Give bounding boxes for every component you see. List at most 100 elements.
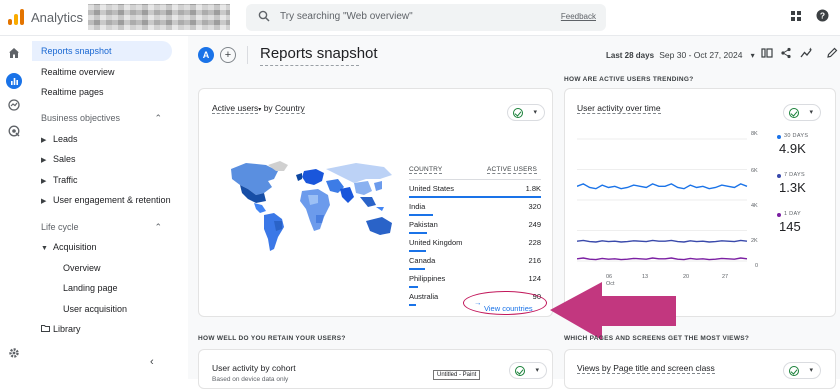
card-title[interactable]: Active users▾ by Country: [212, 103, 305, 114]
share-bar: [409, 214, 433, 216]
column-header-active-users[interactable]: ACTIVE USERS: [487, 166, 538, 174]
table-row[interactable]: United States 1.8K: [409, 184, 541, 202]
view-countries-label: View countries: [484, 304, 533, 313]
nav-section-life-cycle[interactable]: Life cycle ⌃: [32, 217, 172, 237]
date-range-label: Last 28 days: [606, 51, 655, 60]
pages-card: Views by Page title and screen class ▾: [564, 349, 836, 389]
legend-dot-30-days: [777, 135, 781, 139]
customize-report-icon[interactable]: [761, 47, 773, 62]
nav-label: Library: [53, 324, 81, 334]
folder-icon: [41, 321, 53, 341]
share-bar: [409, 250, 426, 252]
section-label: Business objectives: [41, 113, 121, 123]
metric-selector[interactable]: Active users: [212, 103, 259, 114]
section-label-retain: HOW WELL DO YOU RETAIN YOUR USERS?: [198, 335, 346, 342]
chevron-up-icon: ⌃: [154, 222, 162, 232]
table-row[interactable]: India 320: [409, 202, 541, 220]
country-name: India: [409, 202, 426, 211]
dimension-selector[interactable]: Country: [275, 103, 305, 114]
card-title[interactable]: User activity over time: [577, 103, 661, 114]
cohort-title[interactable]: User activity by cohort: [212, 363, 296, 373]
nav-traffic[interactable]: ▶ Traffic: [32, 170, 172, 190]
home-icon[interactable]: [6, 47, 22, 63]
series-line-30-days[interactable]: [577, 183, 748, 190]
nav-label: Reports snapshot: [41, 46, 112, 56]
insights-icon[interactable]: [800, 47, 813, 62]
x-tick-label: 20: [683, 274, 690, 280]
country-name: United Kingdom: [409, 238, 463, 247]
share-icon[interactable]: [780, 47, 792, 62]
collapse-arrow-icon: ▼: [41, 245, 48, 252]
nav-leads[interactable]: ▶ Leads: [32, 129, 172, 149]
help-icon[interactable]: ?: [816, 9, 829, 25]
section-label-pages: WHICH PAGES AND SCREENS GET THE MOST VIE…: [564, 335, 750, 342]
expand-arrow-icon: ▶: [41, 198, 47, 205]
y-tick-label: 8K: [751, 131, 758, 137]
reports-icon[interactable]: [6, 73, 22, 89]
advertising-icon[interactable]: [6, 125, 22, 141]
country-name: Canada: [409, 256, 436, 265]
legend-label: 7 DAYS: [784, 172, 805, 178]
dropdown-arrow-icon: ▾: [535, 367, 539, 374]
quality-status-pill[interactable]: ▾: [509, 362, 547, 379]
avatar[interactable]: A: [198, 47, 214, 63]
nav-label: Acquisition: [53, 242, 97, 252]
feedback-link[interactable]: Feedback: [561, 12, 596, 21]
edit-pencil-icon[interactable]: [826, 47, 838, 62]
country-name: Philippines: [409, 274, 446, 283]
nav-section-business-objectives[interactable]: Business objectives ⌃: [32, 108, 172, 128]
check-circle-icon: [513, 108, 523, 118]
nav-landing-page[interactable]: Landing page: [32, 278, 172, 298]
table-row[interactable]: United Kingdom 228: [409, 238, 541, 256]
country-name: Australia: [409, 292, 439, 301]
nav-overview[interactable]: Overview: [32, 258, 172, 278]
account-selector[interactable]: [88, 4, 230, 30]
share-bar: [409, 268, 425, 270]
y-tick-label: 6K: [751, 168, 758, 174]
card-title[interactable]: Views by Page title and screen class: [577, 363, 715, 374]
world-map[interactable]: [226, 159, 396, 257]
collapse-nav-chevron-icon[interactable]: ‹: [150, 356, 154, 368]
series-line-1-day[interactable]: [577, 257, 748, 261]
nav-user-engagement[interactable]: ▶ User engagement & retention: [32, 190, 172, 210]
title-underline: [260, 65, 359, 66]
nav-reports-snapshot[interactable]: Reports snapshot: [32, 41, 172, 61]
nav-realtime-overview[interactable]: Realtime overview: [32, 62, 172, 82]
check-circle-icon: [789, 108, 799, 118]
date-range-value: Sep 30 - Oct 27, 2024: [659, 50, 743, 60]
table-row[interactable]: Canada 216: [409, 256, 541, 274]
series-line-7-days[interactable]: [577, 239, 748, 243]
quality-status-pill[interactable]: ▾: [783, 362, 821, 379]
title-by: by: [263, 103, 273, 113]
view-countries-annotation: View countries →: [463, 291, 547, 315]
explore-icon[interactable]: [6, 99, 22, 115]
table-row[interactable]: Philippines 124: [409, 274, 541, 292]
view-countries-link[interactable]: View countries →: [474, 298, 533, 313]
expand-arrow-icon: ▶: [41, 137, 47, 144]
brand-name: Analytics: [31, 10, 84, 25]
admin-gear-icon[interactable]: [6, 347, 22, 363]
activity-line-chart[interactable]: [577, 133, 755, 283]
check-circle-icon: [515, 366, 525, 376]
analytics-logo-icon[interactable]: [8, 9, 24, 25]
nav-realtime-pages[interactable]: Realtime pages: [32, 82, 172, 102]
quality-status-pill[interactable]: ▾: [507, 104, 545, 121]
date-range-picker[interactable]: Last 28 days Sep 30 - Oct 27, 2024 ▾: [606, 50, 755, 60]
table-row[interactable]: Pakistan 249: [409, 220, 541, 238]
column-header-country[interactable]: COUNTRY: [409, 166, 443, 174]
nav-user-acquisition[interactable]: User acquisition: [32, 299, 172, 319]
quality-status-pill[interactable]: ▾: [783, 104, 821, 121]
active-users-value: 124: [528, 274, 541, 283]
apps-grid-icon[interactable]: [790, 9, 802, 25]
search-bar[interactable]: Try searching "Web overview" Feedback: [246, 4, 606, 31]
legend-value: 145: [779, 219, 801, 234]
dropdown-arrow-icon: ▾: [533, 109, 537, 116]
dropdown-arrow-icon: ▾: [258, 107, 262, 113]
nav-library[interactable]: Library: [32, 319, 172, 339]
nav-label: Landing page: [63, 283, 118, 293]
nav-sales[interactable]: ▶ Sales: [32, 149, 172, 169]
nav-acquisition[interactable]: ▼ Acquisition: [32, 237, 172, 257]
country-name: Pakistan: [409, 220, 438, 229]
add-comparison-button[interactable]: +: [220, 47, 236, 63]
chevron-up-icon: ⌃: [154, 113, 162, 123]
